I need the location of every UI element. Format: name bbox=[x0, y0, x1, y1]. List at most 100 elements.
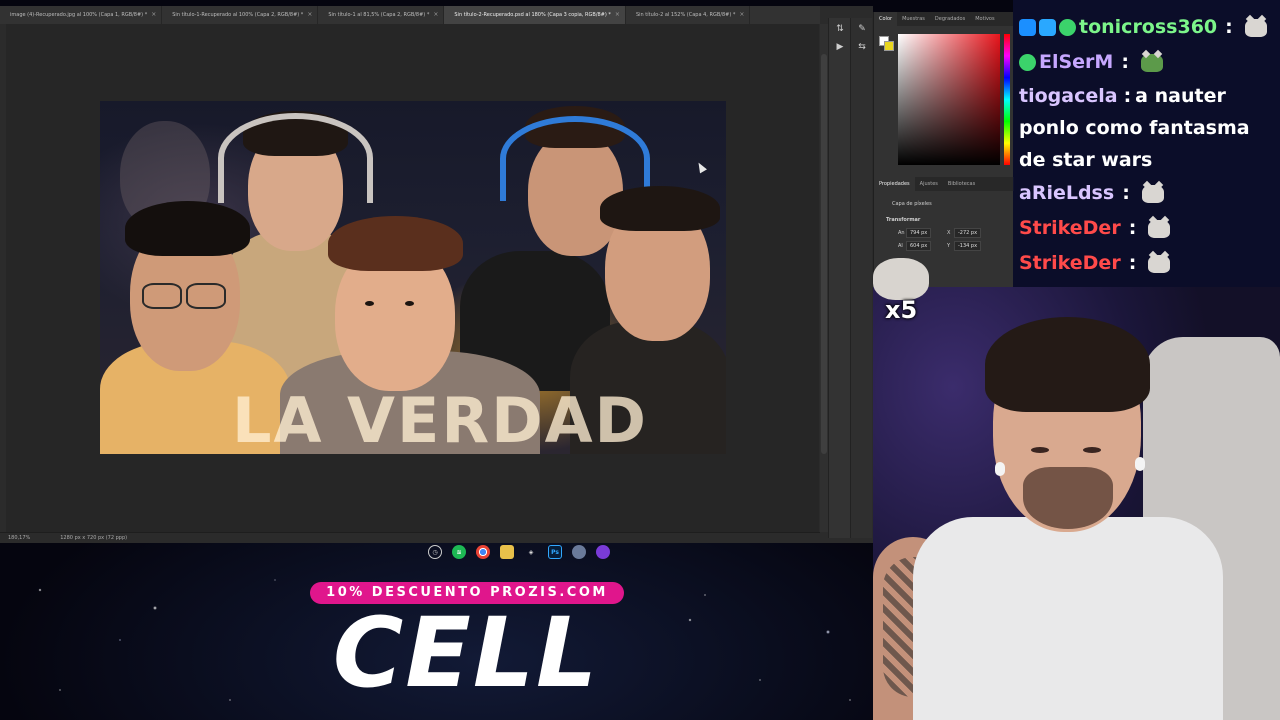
color-panel-tabs: Color Muestras Degradados Motivos bbox=[874, 12, 1013, 26]
chat-username: tonicross360 bbox=[1079, 16, 1218, 38]
chat-message: tonicross360: bbox=[1019, 10, 1280, 45]
chat-message: StrikeDer: bbox=[1019, 211, 1280, 246]
headset bbox=[218, 113, 373, 203]
tab-libraries[interactable]: Bibliotecas bbox=[943, 177, 980, 191]
webcam-feed bbox=[873, 287, 1280, 720]
spotify-icon[interactable]: ≋ bbox=[452, 545, 466, 559]
eye bbox=[405, 301, 414, 306]
y-label: Y bbox=[947, 243, 951, 249]
photoshop-icon[interactable]: Ps bbox=[548, 545, 562, 559]
tab-properties[interactable]: Propiedades bbox=[874, 177, 915, 191]
height-label: Al bbox=[898, 243, 903, 249]
chat-message: tiogacela: a nauter ponlo como fantasma d… bbox=[1019, 80, 1280, 176]
close-icon[interactable]: × bbox=[151, 6, 156, 24]
document-tabs: image (4)-Recuperado.jpg al 100% (Capa 1… bbox=[0, 6, 820, 24]
chrome-icon[interactable] bbox=[476, 545, 490, 559]
clock-icon[interactable]: ◷ bbox=[428, 545, 442, 559]
height-field[interactable]: 604 px bbox=[906, 241, 932, 251]
color-swatches[interactable] bbox=[879, 36, 895, 52]
badge-icon bbox=[1059, 19, 1076, 36]
close-icon[interactable]: × bbox=[307, 6, 312, 24]
app-icon[interactable]: ◈ bbox=[524, 545, 538, 559]
width-label: An bbox=[898, 230, 905, 236]
glasses bbox=[142, 283, 182, 309]
adjust-icon[interactable]: ⇆ bbox=[854, 40, 870, 54]
chat-message: ElSerM: bbox=[1019, 45, 1280, 80]
streamer-beard bbox=[1023, 467, 1113, 529]
eye bbox=[1031, 447, 1049, 453]
background-color[interactable] bbox=[884, 41, 894, 51]
doc-tab-label: Sin título-1-Recuperado al 100% (Capa 2,… bbox=[172, 12, 304, 18]
person-hair bbox=[600, 186, 720, 231]
zoom-level[interactable]: 180,17% bbox=[8, 535, 30, 541]
badge-icon bbox=[1039, 19, 1056, 36]
doc-tab[interactable]: Sin título-1 al 81,5% (Capa 2, RGB/8#) *… bbox=[318, 6, 445, 24]
panel-toolstrip: ⇅ ▶ bbox=[828, 18, 850, 538]
chat-separator: : bbox=[1122, 182, 1130, 204]
badge-icon bbox=[1019, 19, 1036, 36]
doc-tab[interactable]: Sin título-1-Recuperado al 100% (Capa 2,… bbox=[162, 6, 319, 24]
chat-username: StrikeDer bbox=[1019, 217, 1121, 239]
tab-adjustments[interactable]: Ajustes bbox=[915, 177, 943, 191]
eye bbox=[1083, 447, 1101, 453]
doc-tab-label: Sin título-2-Recuperado.psd al 180% (Cap… bbox=[454, 12, 611, 18]
obs-icon[interactable] bbox=[596, 545, 610, 559]
width-field[interactable]: 794 px bbox=[906, 228, 932, 238]
chat-message: StrikeDer: bbox=[1019, 246, 1280, 281]
doc-tab-label: Sin título-1 al 81,5% (Capa 2, RGB/8#) * bbox=[328, 12, 430, 18]
chat-separator: : bbox=[1128, 217, 1137, 239]
streamer-hair bbox=[985, 317, 1150, 412]
x-label: X bbox=[947, 230, 951, 236]
color-picker-field[interactable] bbox=[898, 34, 1000, 165]
person-hair bbox=[125, 201, 250, 256]
history-icon[interactable]: ⇅ bbox=[832, 22, 848, 36]
close-icon[interactable]: × bbox=[433, 6, 438, 24]
cat-emote-icon bbox=[1141, 184, 1164, 203]
earbud bbox=[995, 462, 1005, 476]
thumbnail-image[interactable]: LA VERDAD bbox=[100, 101, 726, 454]
tab-swatches[interactable]: Muestras bbox=[897, 12, 930, 26]
hue-slider[interactable] bbox=[1004, 34, 1010, 165]
alert-count: x5 bbox=[885, 296, 918, 324]
eye bbox=[365, 301, 374, 306]
tab-color[interactable]: Color bbox=[874, 12, 898, 26]
taskbar: ◷ ≋ ◈ Ps bbox=[420, 543, 635, 561]
frog-emote-icon bbox=[1140, 53, 1163, 72]
doc-tab-label: image (4)-Recuperado.jpg al 100% (Capa 1… bbox=[10, 12, 148, 18]
chat-username: StrikeDer bbox=[1019, 252, 1121, 274]
cat-alert: x5 bbox=[873, 258, 931, 328]
document-size: 1280 px x 720 px (72 ppp) bbox=[60, 535, 128, 541]
streamer-shirt bbox=[913, 517, 1223, 720]
close-icon[interactable]: × bbox=[739, 6, 744, 24]
doc-tab-active[interactable]: Sin título-2-Recuperado.psd al 180% (Cap… bbox=[444, 6, 626, 24]
chat-username: aRieLdss bbox=[1019, 182, 1115, 204]
status-bar: 180,17% 1280 px x 720 px (72 ppp) bbox=[0, 532, 820, 543]
doc-tab[interactable]: image (4)-Recuperado.jpg al 100% (Capa 1… bbox=[0, 6, 163, 24]
chat-username: ElSerM bbox=[1039, 51, 1114, 73]
cat-emote-icon bbox=[1148, 254, 1171, 273]
layer-type-label: Capa de píxeles bbox=[892, 201, 932, 207]
scroll-thumb[interactable] bbox=[821, 54, 827, 454]
play-icon[interactable]: ▶ bbox=[832, 40, 848, 54]
y-field[interactable]: -134 px bbox=[954, 241, 982, 251]
close-icon[interactable]: × bbox=[615, 6, 620, 24]
transform-section-label: Transformar bbox=[886, 217, 921, 223]
stream-chat: tonicross360: ElSerM: tiogacela: a nauter… bbox=[1013, 0, 1280, 287]
x-field[interactable]: -272 px bbox=[954, 228, 982, 238]
app-icon[interactable] bbox=[572, 545, 586, 559]
tab-patterns[interactable]: Motivos bbox=[970, 12, 999, 26]
chat-separator: : bbox=[1123, 85, 1132, 107]
vertical-scrollbar[interactable] bbox=[820, 24, 828, 532]
panel-toolstrip-2: ✎ ⇆ bbox=[850, 18, 872, 538]
properties-tabs: Propiedades Ajustes Bibliotecas bbox=[874, 177, 1014, 191]
tab-gradients[interactable]: Degradados bbox=[930, 12, 970, 26]
folder-icon[interactable] bbox=[500, 545, 514, 559]
doc-tab-label: Sin título-2 al 152% (Capa 4, RGB/8#) * bbox=[635, 12, 736, 18]
headset bbox=[500, 116, 650, 201]
chat-separator: : bbox=[1225, 16, 1233, 38]
earbud bbox=[1135, 457, 1145, 471]
doc-tab[interactable]: Sin título-2 al 152% (Capa 4, RGB/8#) * × bbox=[626, 6, 751, 24]
brush-icon[interactable]: ✎ bbox=[854, 22, 870, 36]
chat-message: aRieLdss: bbox=[1019, 176, 1280, 211]
promo-code: CELL bbox=[332, 597, 600, 709]
